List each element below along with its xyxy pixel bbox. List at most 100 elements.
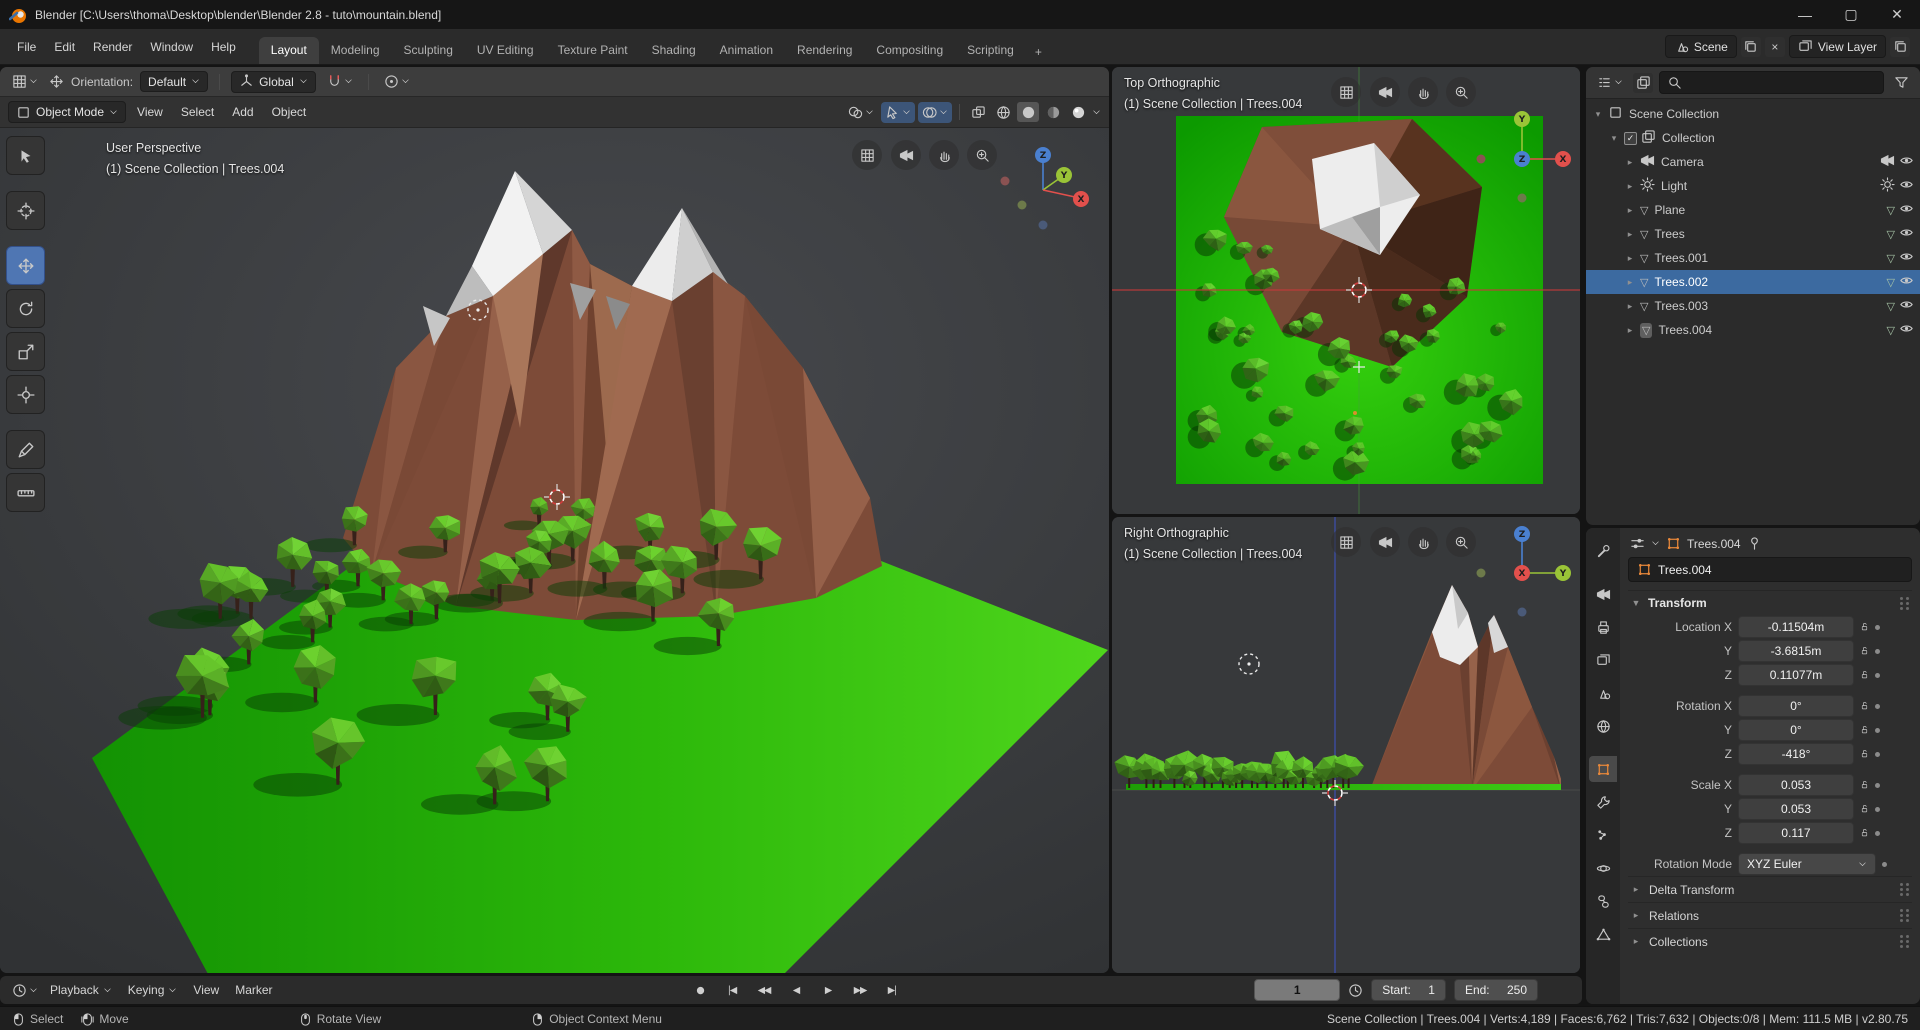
transform-pivot-dropdown[interactable]: Global	[231, 71, 316, 93]
tool-scale-button[interactable]	[6, 332, 45, 371]
transform-value-field[interactable]: -0.11504m	[1738, 616, 1854, 638]
outliner-row-trees-002[interactable]: ▸▽Trees.002▽	[1586, 270, 1920, 294]
disclosure-icon[interactable]: ▾	[1592, 109, 1604, 120]
outliner-row-camera[interactable]: ▸Camera	[1586, 150, 1920, 174]
disclosure-icon[interactable]: ▸	[1624, 205, 1636, 216]
outliner-row-collection[interactable]: ▾✓Collection	[1586, 126, 1920, 150]
lock-open-icon[interactable]	[1860, 778, 1869, 792]
visibility-eye-icon[interactable]	[1899, 177, 1914, 195]
workspace-tab-scripting[interactable]: Scripting	[955, 37, 1026, 64]
animate-dot-icon[interactable]	[1875, 649, 1880, 654]
disclosure-icon[interactable]: ▸	[1624, 253, 1636, 264]
ortho-grid-button[interactable]	[1331, 77, 1361, 107]
overlays-toggle[interactable]	[918, 102, 952, 123]
outliner-row-trees-004[interactable]: ▸▽Trees.004▽	[1586, 318, 1920, 342]
play-button[interactable]: ▶	[814, 983, 842, 998]
workspace-tab-compositing[interactable]: Compositing	[864, 37, 955, 64]
disclosure-icon[interactable]: ▸	[1624, 277, 1636, 288]
lock-open-icon[interactable]	[1860, 644, 1869, 658]
workspace-tab-texture-paint[interactable]: Texture Paint	[546, 37, 640, 64]
pan-view-button[interactable]	[929, 140, 959, 170]
properties-tab-output[interactable]	[1589, 614, 1617, 640]
close-button[interactable]: ✕	[1874, 0, 1920, 29]
menu-window[interactable]: Window	[141, 36, 202, 58]
shading-solid-button[interactable]	[1017, 102, 1039, 122]
timeline-menu-keying[interactable]: Keying	[120, 980, 186, 1000]
animate-dot-icon[interactable]	[1875, 704, 1880, 709]
outliner-editor-type-button[interactable]	[1593, 72, 1627, 93]
shading-rendered-button[interactable]	[1067, 102, 1089, 122]
menu-render[interactable]: Render	[84, 36, 141, 58]
tool-cursor-button[interactable]	[6, 191, 45, 230]
properties-tab-constraints[interactable]	[1589, 888, 1617, 914]
viewport-right-area[interactable]: ZYX Right Orthographic (1) Scene Collect…	[1112, 517, 1580, 973]
tool-transform-button[interactable]	[6, 375, 45, 414]
transform-value-field[interactable]: 0.053	[1738, 798, 1854, 820]
view-layer-selector[interactable]: View Layer	[1789, 35, 1886, 58]
disclosure-icon[interactable]: ▸	[1624, 181, 1636, 192]
animate-dot-icon[interactable]	[1875, 728, 1880, 733]
transform-value-field[interactable]: 0°	[1738, 695, 1854, 717]
animate-dot-icon[interactable]	[1875, 831, 1880, 836]
animate-dot-icon[interactable]	[1875, 625, 1880, 630]
new-scene-button[interactable]	[1741, 37, 1761, 57]
properties-tab-physics[interactable]	[1589, 855, 1617, 881]
properties-tab-tool[interactable]	[1589, 538, 1617, 564]
snap-toggle[interactable]	[323, 71, 357, 92]
viewport-menu-select[interactable]: Select	[172, 101, 223, 123]
panel-drag-handle-icon[interactable]	[1900, 909, 1910, 922]
menu-edit[interactable]: Edit	[45, 36, 84, 58]
camera-view-button[interactable]	[1370, 77, 1400, 107]
properties-tab-modifiers[interactable]	[1589, 789, 1617, 815]
collection-checkbox[interactable]: ✓	[1624, 132, 1637, 145]
outliner-search-input[interactable]	[1659, 71, 1884, 94]
outliner-row-plane[interactable]: ▸▽Plane▽	[1586, 198, 1920, 222]
workspace-tab-sculpting[interactable]: Sculpting	[392, 37, 465, 64]
tool-rotate-button[interactable]	[6, 289, 45, 328]
timeline-editor-type-button[interactable]	[8, 980, 42, 1001]
disclosure-icon[interactable]: ▸	[1624, 325, 1636, 336]
panel-delta-transform[interactable]: ▸Delta Transform	[1628, 876, 1912, 902]
play-reverse-button[interactable]: ◀	[782, 983, 810, 998]
disclosure-icon[interactable]: ▾	[1608, 133, 1620, 144]
animate-dot-icon[interactable]	[1875, 673, 1880, 678]
shading-wireframe-button[interactable]	[992, 102, 1014, 122]
menu-help[interactable]: Help	[202, 36, 245, 58]
zoom-view-button[interactable]	[1446, 527, 1476, 557]
lock-open-icon[interactable]	[1860, 747, 1869, 761]
gizmos-toggle[interactable]	[881, 102, 915, 123]
frame-start-field[interactable]: Start: 1	[1371, 979, 1446, 1001]
outliner-filter-button[interactable]	[1890, 72, 1913, 93]
transform-value-field[interactable]: 0°	[1738, 719, 1854, 741]
animate-dot-icon[interactable]	[1875, 807, 1880, 812]
ortho-grid-button[interactable]	[1331, 527, 1361, 557]
transform-value-field[interactable]: 0.053	[1738, 774, 1854, 796]
lock-open-icon[interactable]	[1860, 699, 1869, 713]
new-view-layer-button[interactable]	[1890, 37, 1910, 57]
zoom-view-button[interactable]	[967, 140, 997, 170]
timeline-menu-marker[interactable]: Marker	[227, 980, 280, 1000]
object-name-field[interactable]: Trees.004	[1628, 557, 1912, 582]
previous-keyframe-button[interactable]: ◀◀	[750, 983, 778, 998]
lock-open-icon[interactable]	[1860, 826, 1869, 840]
orientation-dropdown[interactable]: Default	[140, 71, 208, 92]
pan-view-button[interactable]	[1408, 527, 1438, 557]
properties-tab-render[interactable]	[1589, 581, 1617, 607]
editor-type-button[interactable]	[8, 71, 42, 92]
properties-tab-particles[interactable]	[1589, 822, 1617, 848]
outliner-display-mode-button[interactable]	[1633, 73, 1653, 93]
shading-material-button[interactable]	[1042, 102, 1064, 122]
delete-scene-button[interactable]: ×	[1765, 37, 1785, 57]
xray-toggle[interactable]	[967, 102, 989, 122]
proportional-edit-toggle[interactable]	[380, 71, 414, 92]
rotation-mode-dropdown[interactable]: XYZ Euler	[1738, 853, 1876, 875]
outliner-row-trees-001[interactable]: ▸▽Trees.001▽	[1586, 246, 1920, 270]
zoom-view-button[interactable]	[1446, 77, 1476, 107]
visibility-eye-icon[interactable]	[1899, 153, 1914, 171]
visibility-eye-icon[interactable]	[1899, 273, 1914, 291]
properties-tab-object[interactable]	[1589, 756, 1617, 782]
workspace-tab-shading[interactable]: Shading	[640, 37, 708, 64]
outliner-row-trees[interactable]: ▸▽Trees▽	[1586, 222, 1920, 246]
viewport-canvas[interactable]: ZYX User Perspective (1) Scene Collectio…	[0, 128, 1109, 973]
tool-move-button[interactable]	[6, 246, 45, 285]
